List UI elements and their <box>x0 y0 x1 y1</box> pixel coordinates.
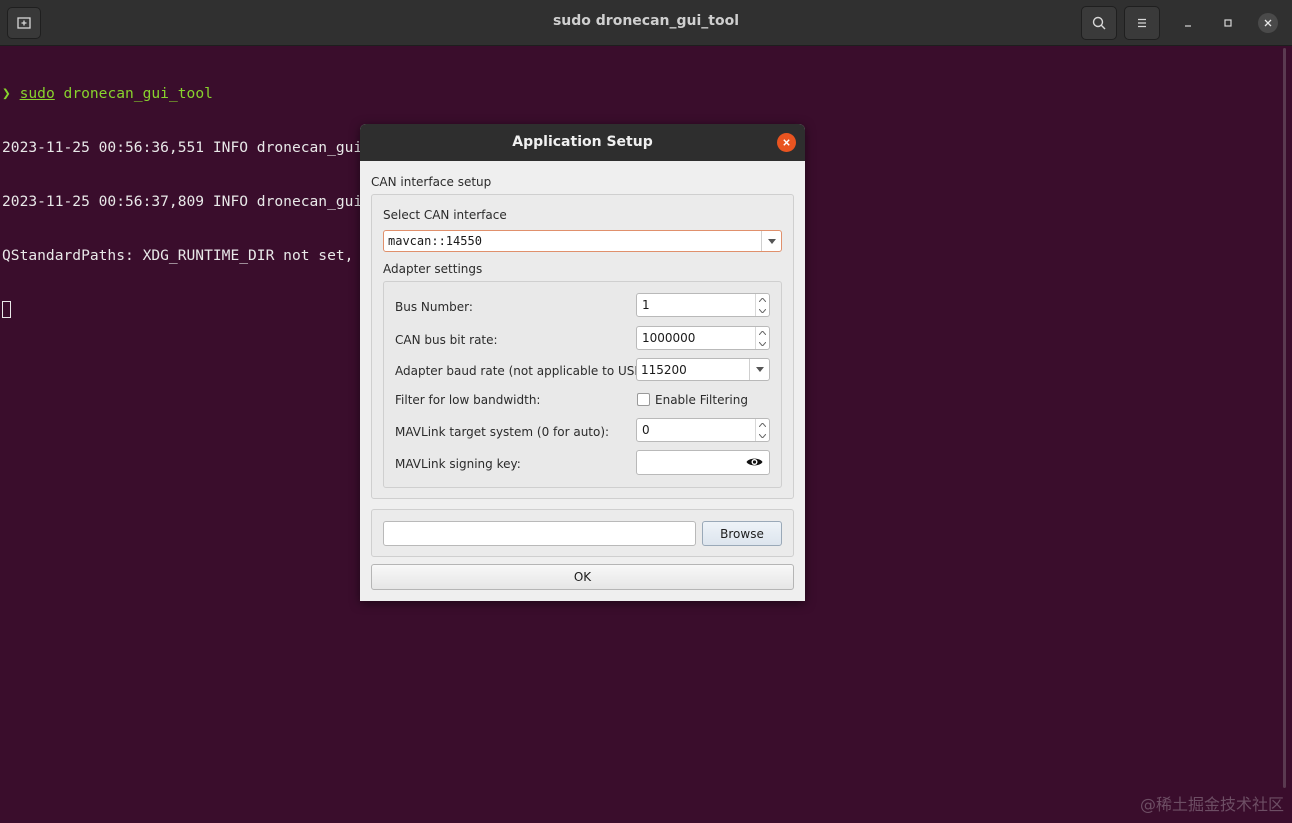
interface-value: mavcan::14550 <box>388 234 482 248</box>
menu-button[interactable] <box>1124 6 1160 40</box>
interface-select[interactable]: mavcan::14550 <box>383 230 782 252</box>
spin-up-button[interactable] <box>756 327 769 338</box>
chevron-down-icon <box>755 367 764 372</box>
bit-rate-value: 1000000 <box>642 331 696 345</box>
signing-key-input[interactable] <box>636 450 770 475</box>
file-path-input[interactable] <box>383 521 696 546</box>
maximize-icon <box>1224 19 1232 27</box>
adapter-settings-group: Bus Number: 1 CAN bus bit rate: 1000000 … <box>383 281 782 488</box>
command-sudo: sudo <box>19 85 55 102</box>
can-interface-group: Select CAN interface mavcan::14550 Adapt… <box>371 194 794 499</box>
eye-icon[interactable] <box>746 456 763 468</box>
close-icon <box>1264 19 1272 27</box>
chevron-up-icon <box>759 297 766 302</box>
spin-up-button[interactable] <box>756 419 769 430</box>
select-interface-label: Select CAN interface <box>383 208 507 222</box>
enable-filtering-label[interactable]: Enable Filtering <box>655 393 748 407</box>
command-rest: dronecan_gui_tool <box>54 85 213 102</box>
browse-button[interactable]: Browse <box>702 521 782 546</box>
search-button[interactable] <box>1081 6 1117 40</box>
bus-number-value: 1 <box>642 298 650 312</box>
spin-down-button[interactable] <box>756 338 769 349</box>
chevron-up-icon <box>759 422 766 427</box>
file-path-group: Browse <box>371 509 794 557</box>
spin-down-button[interactable] <box>756 430 769 441</box>
watermark: @稀土掘金技术社区 <box>1139 795 1284 814</box>
bus-number-spinbox[interactable]: 1 <box>636 293 770 317</box>
section-label: CAN interface setup <box>371 175 492 189</box>
prompt-line: ❯ sudo dronecan_gui_tool <box>2 85 670 103</box>
ok-button[interactable]: OK <box>371 564 794 590</box>
bit-rate-label: CAN bus bit rate: <box>395 333 498 347</box>
maximize-button[interactable] <box>1218 13 1238 33</box>
baud-rate-label: Adapter baud rate (not applicable to USB… <box>395 364 652 378</box>
spin-down-button[interactable] <box>756 305 769 316</box>
prompt-symbol: ❯ <box>2 85 11 102</box>
baud-rate-select[interactable]: 115200 <box>636 358 770 381</box>
adapter-settings-label: Adapter settings <box>383 262 483 276</box>
bus-number-label: Bus Number: <box>395 300 473 314</box>
close-window-button[interactable] <box>1258 13 1278 33</box>
bit-rate-spinbox[interactable]: 1000000 <box>636 326 770 350</box>
text-cursor <box>2 301 11 318</box>
terminal-scrollbar[interactable] <box>1283 48 1286 788</box>
baud-rate-value: 115200 <box>641 362 687 377</box>
hamburger-menu-icon <box>1138 18 1146 28</box>
signing-key-label: MAVLink signing key: <box>395 457 521 471</box>
chevron-down-icon <box>759 308 766 313</box>
target-system-label: MAVLink target system (0 for auto): <box>395 425 610 439</box>
chevron-down-icon <box>767 238 776 244</box>
dialog-header: Application Setup <box>360 124 805 161</box>
search-icon <box>1092 16 1106 30</box>
close-icon <box>783 139 790 146</box>
target-system-spinbox[interactable]: 0 <box>636 418 770 442</box>
minimize-button[interactable] <box>1178 13 1198 33</box>
filter-label: Filter for low bandwidth: <box>395 393 541 407</box>
dialog-close-button[interactable] <box>777 133 796 152</box>
minimize-icon <box>1185 25 1191 27</box>
chevron-down-icon <box>759 433 766 438</box>
terminal-titlebar: sudo dronecan_gui_tool <box>0 0 1292 46</box>
chevron-down-icon <box>759 341 766 346</box>
dialog-title: Application Setup <box>512 134 653 150</box>
chevron-up-icon <box>759 330 766 335</box>
application-setup-dialog: Application Setup CAN interface setup Se… <box>360 124 805 601</box>
target-system-value: 0 <box>642 423 650 437</box>
spin-up-button[interactable] <box>756 294 769 305</box>
enable-filtering-checkbox[interactable] <box>637 393 650 406</box>
